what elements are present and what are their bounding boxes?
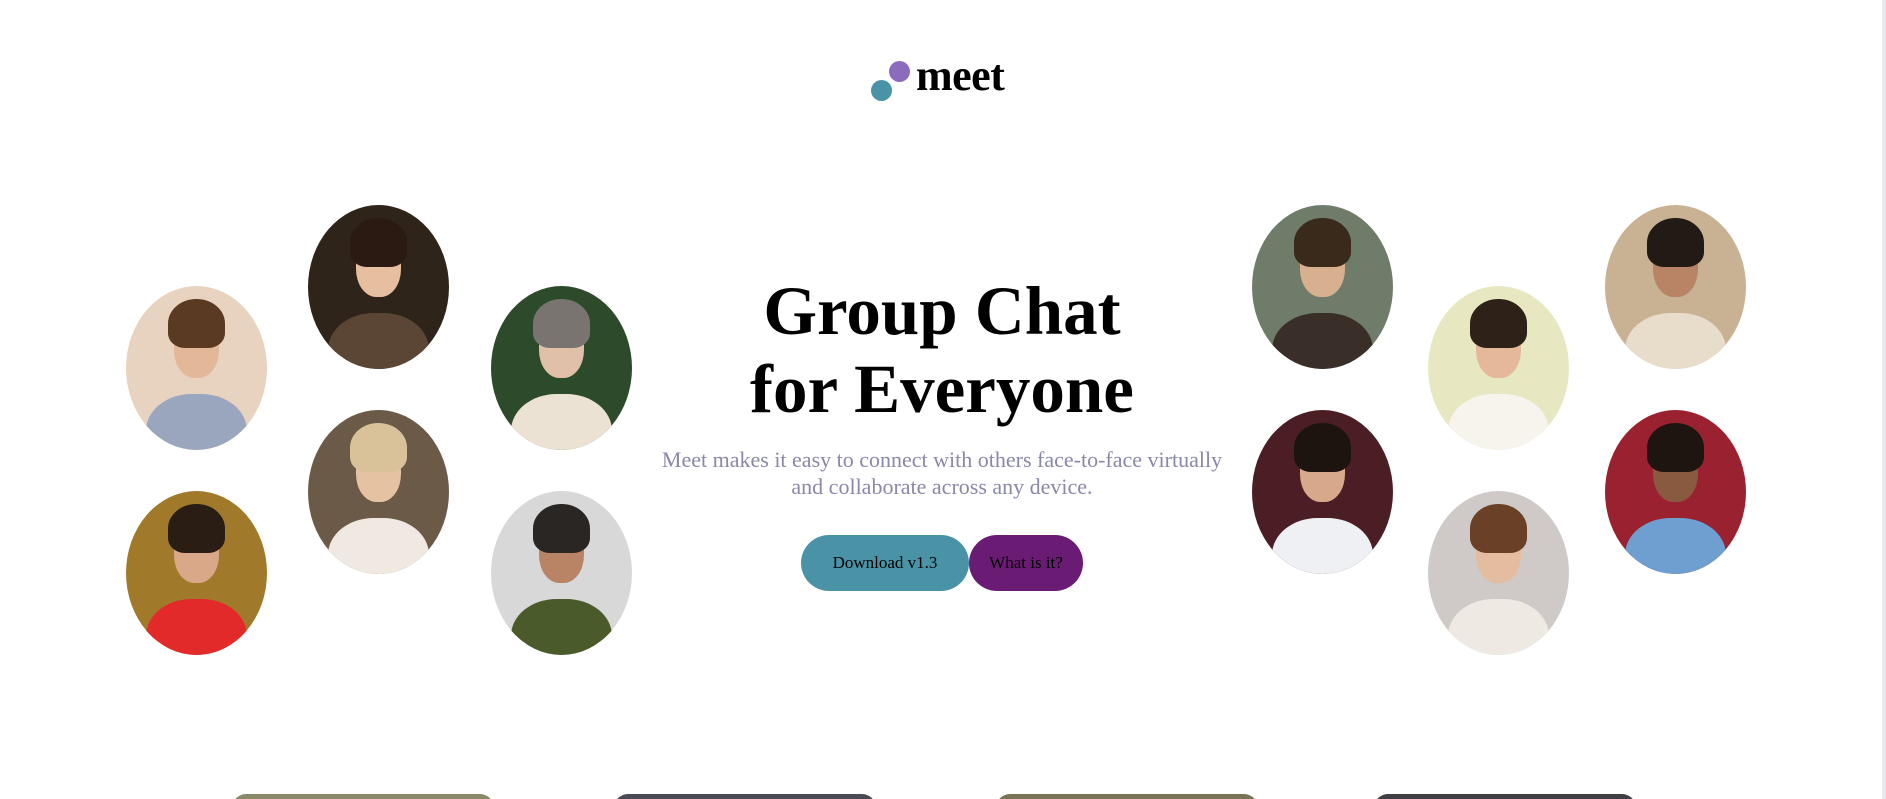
avatar-hair	[1647, 423, 1704, 473]
avatar-shoulders	[327, 313, 430, 369]
avatar-shoulders	[510, 599, 613, 655]
avatar-hair	[350, 423, 407, 473]
avatar-man-glasses-shearling	[491, 286, 632, 450]
avatar-older-man-grey-beard	[491, 491, 632, 655]
scrollbar-track[interactable]	[1882, 0, 1886, 799]
logo-text: meet	[916, 51, 1005, 100]
hero-title-line-2: for Everyone	[750, 351, 1134, 427]
logo-purple-dot	[889, 61, 910, 82]
avatar-hair	[1470, 504, 1527, 554]
avatar-hair	[533, 299, 590, 349]
avatar-woman-denim-red-wall	[1605, 410, 1746, 574]
avatar-hair	[168, 504, 225, 554]
avatar-hair	[350, 218, 407, 268]
avatar-hair	[1470, 299, 1527, 349]
avatar-shoulders	[1624, 313, 1727, 369]
avatar-hair	[1294, 423, 1351, 473]
avatar-shoulders	[145, 394, 248, 450]
logo-teal-dot	[871, 80, 892, 101]
hero-subtitle-line-2: and collaborate across any device.	[791, 474, 1093, 499]
avatar-shoulders	[327, 518, 430, 574]
avatar-shoulders	[1271, 313, 1374, 369]
hero-title-line-1: Group Chat	[763, 273, 1121, 349]
what-is-it-button[interactable]: What is it?	[969, 535, 1083, 591]
avatar-man-bearded-fur-hat	[126, 491, 267, 655]
avatar-hair	[1294, 218, 1351, 268]
hero-subtitle: Meet makes it easy to connect with other…	[632, 446, 1252, 500]
landing-page: meet Group Chat for Everyone Meet makes …	[0, 0, 1886, 799]
avatar-shoulders	[1624, 518, 1727, 574]
avatar-hair	[1647, 218, 1704, 268]
avatar-young-man-sunset	[126, 286, 267, 450]
download-button[interactable]: Download v1.3	[801, 535, 969, 591]
feature-card[interactable]	[232, 794, 494, 799]
meet-logo[interactable]: meet	[870, 54, 1020, 108]
avatar-shoulders	[1447, 394, 1550, 450]
hero-subtitle-line-1: Meet makes it easy to connect with other…	[661, 447, 1223, 472]
avatar-man-dark-hair-blossoms	[1252, 410, 1393, 574]
feature-card[interactable]	[614, 794, 876, 799]
feature-card[interactable]	[1374, 794, 1636, 799]
avatar-shoulders	[145, 599, 248, 655]
avatar-hair	[533, 504, 590, 554]
avatar-shoulders	[1271, 518, 1374, 574]
avatar-shoulders	[1447, 599, 1550, 655]
feature-card[interactable]	[996, 794, 1258, 799]
avatar-hair	[168, 299, 225, 349]
avatar-couple-flowers	[1605, 205, 1746, 369]
avatar-woman-smiling-dark-hair	[308, 205, 449, 369]
avatar-man-curly-hair	[1428, 491, 1569, 655]
avatar-man-laughing-yellow-bg	[1428, 286, 1569, 450]
avatar-woman-blonde-smiling	[308, 410, 449, 574]
avatar-man-sunglasses	[1252, 205, 1393, 369]
hero-title: Group Chat for Everyone	[640, 272, 1244, 428]
avatar-shoulders	[510, 394, 613, 450]
